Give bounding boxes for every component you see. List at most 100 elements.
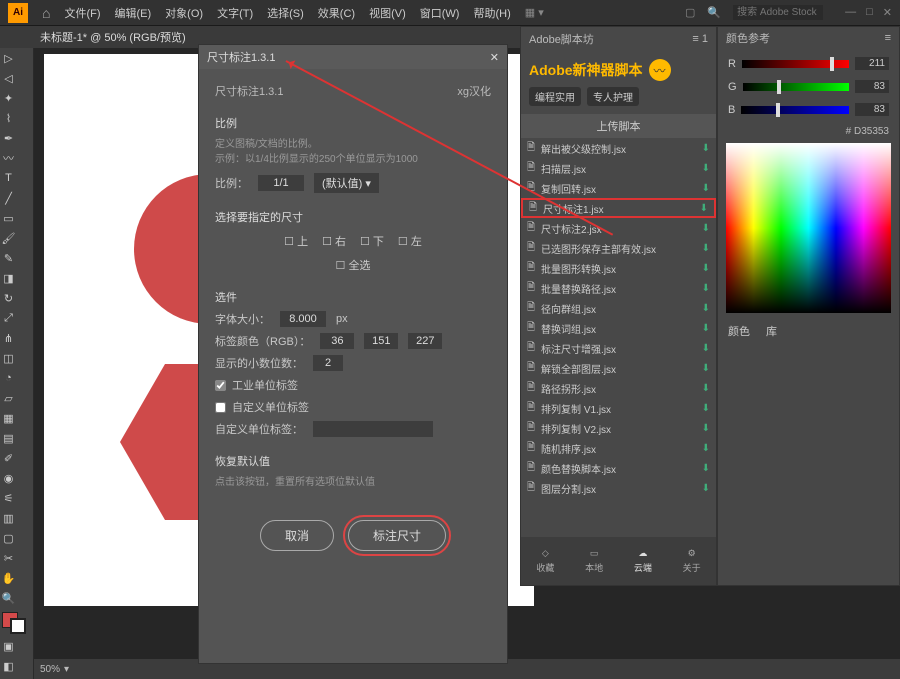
scale-value[interactable]: 1/1 — [258, 175, 304, 191]
script-item[interactable]: 🗎已选图形保存主部有效.jsx⬇ — [521, 238, 716, 258]
artboard-tool[interactable]: ▢ — [0, 528, 17, 548]
script-item[interactable]: 🗎批量图形转换.jsx⬇ — [521, 258, 716, 278]
nav-cloud[interactable]: ☁云端 — [634, 548, 652, 574]
decimals-input[interactable] — [313, 355, 343, 371]
custom-unit-checkbox[interactable] — [215, 402, 226, 413]
home-icon[interactable]: ⌂ — [42, 5, 50, 21]
promo-tag-1[interactable]: 编程实用 — [529, 87, 581, 106]
download-icon[interactable]: ⬇ — [702, 323, 710, 334]
curvature-tool[interactable]: 〰 — [0, 148, 17, 168]
download-icon[interactable]: ⬇ — [702, 243, 710, 254]
type-tool[interactable]: T — [0, 168, 17, 188]
shape-builder-tool[interactable]: ◔ — [0, 368, 17, 388]
script-item[interactable]: 🗎排列复制 V2.jsx⬇ — [521, 418, 716, 438]
script-item[interactable]: 🗎排列复制 V1.jsx⬇ — [521, 398, 716, 418]
graph-tool[interactable]: ▥ — [0, 508, 17, 528]
script-item[interactable]: 🗎径向群组.jsx⬇ — [521, 298, 716, 318]
screen-mode[interactable]: ▣ — [0, 636, 17, 656]
menu-file[interactable]: 文件(F) — [64, 5, 100, 21]
menu-type[interactable]: 文字(T) — [217, 5, 253, 21]
menu-help[interactable]: 帮助(H) — [473, 5, 510, 21]
nav-about[interactable]: ⚙关于 — [683, 548, 701, 574]
custom-unit-input[interactable] — [313, 421, 433, 437]
download-icon[interactable]: ⬇ — [702, 183, 710, 194]
download-icon[interactable]: ⬇ — [702, 163, 710, 174]
color-foot-colors[interactable]: 颜色 — [728, 323, 750, 339]
direct-select-tool[interactable]: ◁ — [0, 68, 17, 88]
shaper-tool[interactable]: ✎ — [0, 248, 17, 268]
stroke-swatch[interactable] — [10, 618, 26, 634]
pen-tool[interactable]: ✒ — [0, 128, 17, 148]
menu-edit[interactable]: 编辑(E) — [115, 5, 152, 21]
font-size-input[interactable] — [280, 311, 326, 327]
rgb-b-input[interactable] — [408, 333, 442, 349]
line-tool[interactable]: ╱ — [0, 188, 17, 208]
promo-tag-2[interactable]: 专人护理 — [587, 87, 639, 106]
script-item[interactable]: 🗎颜色替换脚本.jsx⬇ — [521, 458, 716, 478]
scale-default-dropdown[interactable]: (默认值) ▾ — [314, 173, 379, 193]
ok-button[interactable]: 标注尺寸 — [348, 520, 446, 551]
dir-down[interactable]: ☐ 下 — [360, 233, 384, 249]
download-icon[interactable]: ⬇ — [702, 223, 710, 234]
hex-value[interactable]: D35353 — [854, 126, 889, 137]
dir-right[interactable]: ☐ 右 — [322, 233, 346, 249]
download-icon[interactable]: ⬇ — [702, 303, 710, 314]
download-icon[interactable]: ⬇ — [702, 343, 710, 354]
download-icon[interactable]: ⬇ — [702, 403, 710, 414]
zoom-tool[interactable]: 🔍 — [0, 588, 17, 608]
download-icon[interactable]: ⬇ — [702, 383, 710, 394]
cancel-button[interactable]: 取消 — [260, 520, 334, 551]
download-icon[interactable]: ⬇ — [700, 203, 708, 214]
g-slider[interactable] — [743, 83, 849, 91]
rgb-r-input[interactable] — [320, 333, 354, 349]
script-item[interactable]: 🗎解锁全部图层.jsx⬇ — [521, 358, 716, 378]
download-icon[interactable]: ⬇ — [702, 483, 710, 494]
script-item[interactable]: 🗎复制回转.jsx⬇ — [521, 178, 716, 198]
menu-select[interactable]: 选择(S) — [267, 5, 304, 21]
rgb-g-input[interactable] — [364, 333, 398, 349]
brush-tool[interactable]: 🖌 — [0, 228, 17, 248]
script-item[interactable]: 🗎扫描层.jsx⬇ — [521, 158, 716, 178]
download-icon[interactable]: ⬇ — [702, 363, 710, 374]
script-item[interactable]: 🗎尺寸标注2.jsx⬇ — [521, 218, 716, 238]
g-value[interactable]: 83 — [855, 80, 889, 93]
rotate-tool[interactable]: ↻ — [0, 288, 17, 308]
blend-tool[interactable]: ◉ — [0, 468, 17, 488]
gradient-tool[interactable]: ▤ — [0, 428, 17, 448]
dialog-close-icon[interactable]: ✕ — [490, 51, 499, 64]
industrial-unit-checkbox[interactable] — [215, 380, 226, 391]
script-item[interactable]: 🗎解出被父级控制.jsx⬇ — [521, 138, 716, 158]
menu-effect[interactable]: 效果(C) — [318, 5, 355, 21]
dir-up[interactable]: ☐ 上 — [284, 233, 308, 249]
download-icon[interactable]: ⬇ — [702, 283, 710, 294]
window-close[interactable]: ✕ — [883, 6, 892, 19]
r-slider[interactable] — [742, 60, 849, 68]
menu-view[interactable]: 视图(V) — [369, 5, 406, 21]
stock-search-input[interactable] — [733, 5, 823, 20]
b-value[interactable]: 83 — [855, 103, 889, 116]
mesh-tool[interactable]: ▦ — [0, 408, 17, 428]
script-item[interactable]: 🗎标注尺寸增强.jsx⬇ — [521, 338, 716, 358]
script-item[interactable]: 🗎替换词组.jsx⬇ — [521, 318, 716, 338]
script-item[interactable]: 🗎批量替换路径.jsx⬇ — [521, 278, 716, 298]
window-min[interactable]: — — [845, 6, 856, 19]
dir-all[interactable]: ☐ 全选 — [336, 257, 371, 273]
nav-local[interactable]: ▭本地 — [585, 548, 603, 574]
window-max[interactable]: □ — [866, 6, 873, 19]
color-guide-tab[interactable]: 颜色参考 — [726, 30, 770, 46]
menu-object[interactable]: 对象(O) — [165, 5, 203, 21]
draw-mode[interactable]: ◧ — [0, 656, 17, 676]
r-value[interactable]: 211 — [855, 57, 889, 70]
download-icon[interactable]: ⬇ — [702, 423, 710, 434]
color-foot-libraries[interactable]: 库 — [766, 323, 777, 339]
nav-favorite[interactable]: ◇收藏 — [536, 548, 554, 574]
magic-wand-tool[interactable]: ✦ — [0, 88, 17, 108]
color-spectrum[interactable] — [726, 143, 891, 313]
rectangle-tool[interactable]: ▭ — [0, 208, 17, 228]
width-tool[interactable]: ⋔ — [0, 328, 17, 348]
hand-tool[interactable]: ✋ — [0, 568, 17, 588]
upload-script-bar[interactable]: 上传脚本 — [521, 114, 716, 138]
download-icon[interactable]: ⬇ — [702, 463, 710, 474]
search-icon[interactable]: 🔍 — [707, 6, 721, 19]
dir-left[interactable]: ☐ 左 — [398, 233, 422, 249]
